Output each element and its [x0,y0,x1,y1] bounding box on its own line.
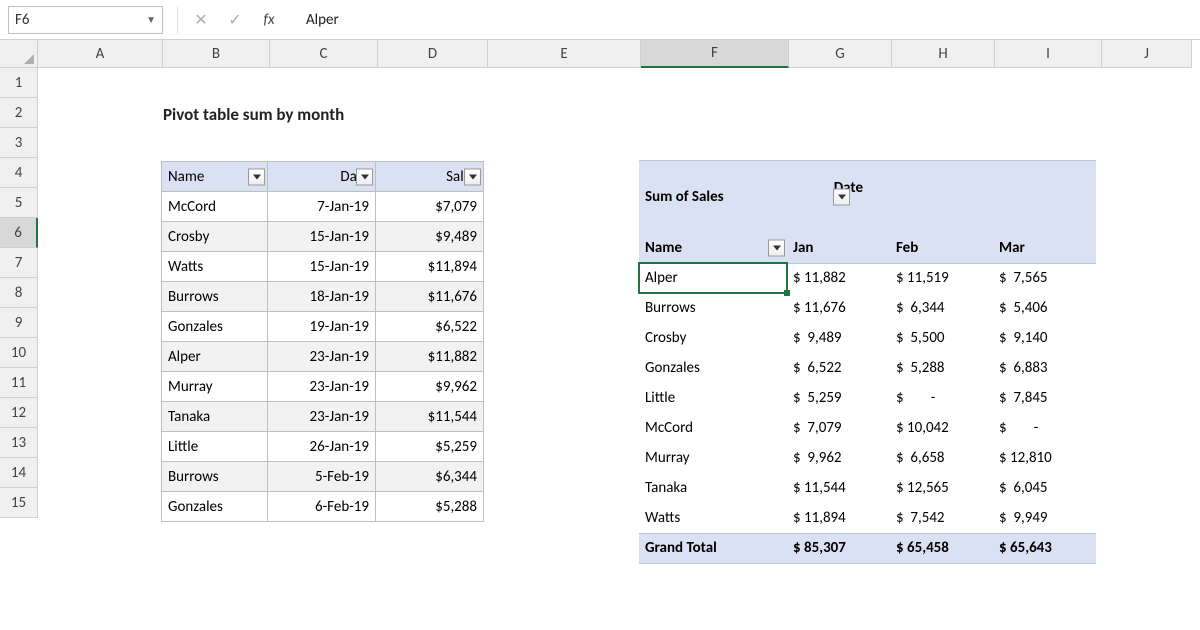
table-row[interactable]: Burrows18-Jan-19$11,676 [162,282,484,312]
grand-total-value[interactable]: $ 65,458 [890,533,993,563]
filter-icon[interactable] [248,168,265,185]
column-header[interactable]: F [641,40,789,68]
column-header[interactable]: H [892,40,995,68]
column-headers: ABCDEFGHIJ [38,40,1200,68]
pivot-row[interactable]: Little$ 5,259$ -$ 7,845 [639,383,1096,413]
pivot-month-header[interactable]: Jan [787,233,890,263]
grand-total-value[interactable]: $ 65,643 [993,533,1096,563]
chevron-down-icon[interactable]: ▼ [146,13,156,26]
row-header[interactable]: 1 [0,68,38,98]
table-header[interactable]: Date [268,162,376,192]
table-row[interactable]: Little26-Jan-19$5,259 [162,432,484,462]
grid-area: ABCDEFGHIJ Pivot table sum by month Name… [38,40,1200,630]
table-row[interactable]: McCord7-Jan-19$7,079 [162,192,484,222]
formula-input[interactable]: Alper [286,11,1200,29]
select-all-corner[interactable] [0,40,38,68]
table-header[interactable]: Name [162,162,268,192]
pivot-month-header[interactable]: Feb [890,233,993,263]
row-header[interactable]: 12 [0,398,38,428]
separator [177,7,178,33]
column-header[interactable]: C [270,40,378,68]
table-header[interactable]: Sales [376,162,484,192]
row-header[interactable]: 4 [0,158,38,188]
column-header[interactable]: J [1102,40,1192,68]
table-row[interactable]: Watts15-Jan-19$11,894 [162,252,484,282]
grand-total-label[interactable]: Grand Total [639,533,787,563]
pivot-row[interactable]: Alper$ 11,882$ 11,519$ 7,565 [639,263,1096,293]
grand-total-value[interactable]: $ 85,307 [787,533,890,563]
page-title: Pivot table sum by month [163,104,344,125]
name-box[interactable]: F6 ▼ [8,6,163,34]
row-header[interactable]: 2 [0,98,38,128]
pivot-row-field[interactable]: Name [639,233,787,263]
row-header[interactable]: 5 [0,188,38,218]
column-header[interactable]: B [163,40,270,68]
pivot-row[interactable]: McCord$ 7,079$ 10,042$ - [639,413,1096,443]
table-row[interactable]: Burrows5-Feb-19$6,344 [162,462,484,492]
active-cell[interactable]: Alper [639,263,787,293]
pivot-month-header[interactable]: Mar [993,233,1096,263]
table-row[interactable]: Gonzales19-Jan-19$6,522 [162,312,484,342]
pivot-table: Sum of Sales Date NameJanFebMar Alper$ 1… [639,160,1096,564]
table-row[interactable]: Tanaka23-Jan-19$11,544 [162,402,484,432]
row-header[interactable]: 9 [0,308,38,338]
column-header[interactable]: A [38,40,163,68]
pivot-values-label: Sum of Sales [639,161,787,234]
grid-content[interactable]: Pivot table sum by month NameDateSales M… [38,68,1200,630]
row-header[interactable]: 13 [0,428,38,458]
column-header[interactable]: E [488,40,641,68]
filter-icon[interactable] [464,168,481,185]
pivot-col-field[interactable]: Date [787,161,890,234]
filter-icon[interactable] [768,239,785,256]
filter-icon[interactable] [356,168,373,185]
column-header[interactable]: D [378,40,488,68]
table-row[interactable]: Alper23-Jan-19$11,882 [162,342,484,372]
table-row[interactable]: Crosby15-Jan-19$9,489 [162,222,484,252]
worksheet: 123456789101112131415 ABCDEFGHIJ Pivot t… [0,40,1200,630]
formula-bar: F6 ▼ ✕ ✓ fx Alper [0,0,1200,40]
pivot-row[interactable]: Tanaka$ 11,544$ 12,565$ 6,045 [639,473,1096,503]
row-header[interactable]: 3 [0,128,38,158]
row-header[interactable]: 8 [0,278,38,308]
row-header[interactable]: 10 [0,338,38,368]
pivot-row[interactable]: Gonzales$ 6,522$ 5,288$ 6,883 [639,353,1096,383]
table-row[interactable]: Murray23-Jan-19$9,962 [162,372,484,402]
table-row[interactable]: Gonzales6-Feb-19$5,288 [162,492,484,522]
row-header[interactable]: 7 [0,248,38,278]
row-headers: 123456789101112131415 [0,68,38,518]
filter-icon[interactable] [833,189,850,206]
pivot-row[interactable]: Watts$ 11,894$ 7,542$ 9,949 [639,503,1096,533]
row-header[interactable]: 6 [0,218,38,248]
pivot-row[interactable]: Burrows$ 11,676$ 6,344$ 5,406 [639,293,1096,323]
column-header[interactable]: I [995,40,1102,68]
pivot-row[interactable]: Murray$ 9,962$ 6,658$ 12,810 [639,443,1096,473]
pivot-row[interactable]: Crosby$ 9,489$ 5,500$ 9,140 [639,323,1096,353]
name-box-value: F6 [15,11,30,29]
left-gutter: 123456789101112131415 [0,40,38,630]
row-header[interactable]: 11 [0,368,38,398]
cancel-icon[interactable]: ✕ [184,10,218,30]
row-header[interactable]: 15 [0,488,38,518]
fx-icon[interactable]: fx [252,11,286,29]
row-header[interactable]: 14 [0,458,38,488]
accept-icon[interactable]: ✓ [218,10,252,30]
source-data-table: NameDateSales McCord7-Jan-19$7,079Crosby… [161,161,484,522]
column-header[interactable]: G [789,40,892,68]
